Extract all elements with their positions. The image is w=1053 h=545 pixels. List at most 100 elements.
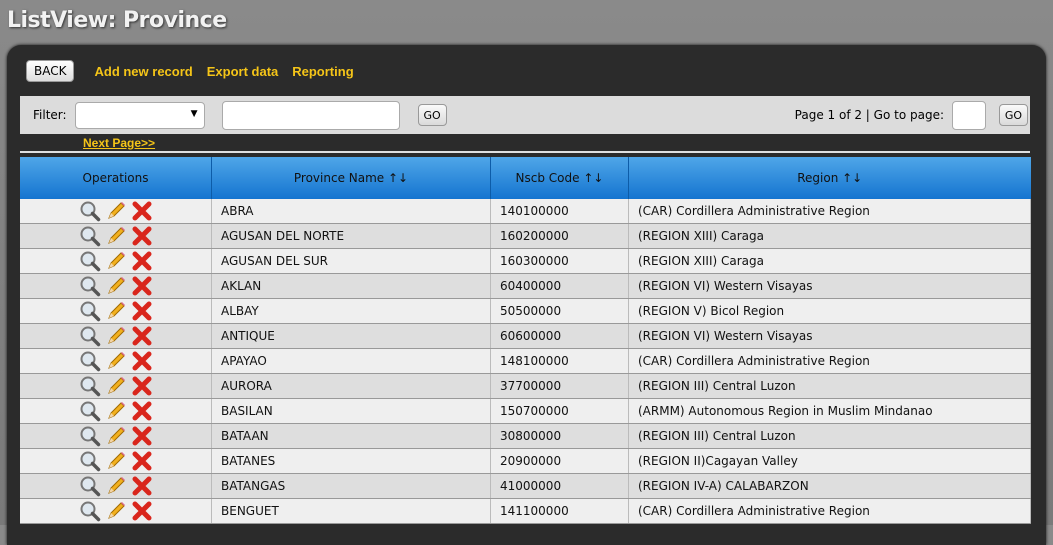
operations-cell [20, 248, 212, 274]
province-name-cell: ALBAY [211, 298, 491, 324]
delete-icon[interactable] [131, 450, 153, 472]
edit-icon[interactable] [105, 225, 127, 247]
page-info: Page 1 of 2 | Go to page: [794, 108, 944, 122]
operations-cell [20, 223, 212, 249]
delete-icon[interactable] [131, 275, 153, 297]
province-name-cell: APAYAO [211, 348, 491, 374]
delete-icon[interactable] [131, 400, 153, 422]
filter-select[interactable]: ▼ [74, 101, 205, 129]
nscb-code-cell: 60600000 [490, 323, 629, 349]
edit-icon[interactable] [105, 400, 127, 422]
back-button[interactable]: BACK [26, 60, 75, 82]
view-icon[interactable] [79, 450, 101, 472]
header-operations: Operations [20, 157, 212, 199]
edit-icon[interactable] [105, 425, 127, 447]
region-cell: (CAR) Cordillera Administrative Region [628, 348, 1031, 374]
filter-search-input[interactable] [221, 100, 400, 130]
table-row: AURORA 37700000 (REGION III) Central Luzon [20, 373, 1031, 399]
table-row: ANTIQUE 60600000 (REGION VI) Western Visay… [20, 323, 1031, 349]
filter-go-button[interactable]: GO [417, 104, 447, 126]
delete-icon[interactable] [131, 425, 153, 447]
header-nscb-code[interactable]: Nscb Code ↑↓ [490, 157, 629, 199]
view-icon[interactable] [79, 200, 101, 222]
header-region[interactable]: Region ↑↓ [628, 157, 1031, 199]
view-icon[interactable] [79, 425, 101, 447]
nscb-code-cell: 60400000 [490, 273, 629, 299]
edit-icon[interactable] [105, 500, 127, 522]
view-icon[interactable] [79, 400, 101, 422]
delete-icon[interactable] [131, 225, 153, 247]
edit-icon[interactable] [105, 325, 127, 347]
operations-cell [20, 273, 212, 299]
operations-cell [20, 199, 212, 224]
nscb-code-cell: 20900000 [490, 448, 629, 474]
page-title: ListView: Province [7, 8, 227, 33]
edit-icon[interactable] [105, 275, 127, 297]
table-row: APAYAO 148100000 (CAR) Cordillera Administ… [20, 348, 1031, 374]
view-icon[interactable] [79, 325, 101, 347]
filter-bar: Filter: ▼ GO Page 1 of 2 | Go to page: G… [20, 96, 1030, 134]
next-page-link[interactable]: Next Page>> [83, 136, 155, 150]
region-cell: (REGION VI) Western Visayas [628, 323, 1031, 349]
operations-cell [20, 498, 212, 524]
province-table: Operations Province Name ↑↓ Nscb Code ↑↓… [20, 157, 1031, 524]
table-row: ABRA 140100000 (CAR) Cordillera Administra… [20, 199, 1031, 224]
goto-page-input[interactable] [952, 100, 986, 130]
province-name-cell: BENGUET [211, 498, 491, 524]
delete-icon[interactable] [131, 300, 153, 322]
operations-cell [20, 448, 212, 474]
delete-icon[interactable] [131, 250, 153, 272]
edit-icon[interactable] [105, 250, 127, 272]
view-icon[interactable] [79, 475, 101, 497]
edit-icon[interactable] [105, 375, 127, 397]
region-cell: (ARMM) Autonomous Region in Muslim Minda… [628, 398, 1031, 424]
region-cell: (REGION V) Bicol Region [628, 298, 1031, 324]
table-row: AGUSAN DEL SUR 160300000 (REGION XIII) Car… [20, 248, 1031, 274]
edit-icon[interactable] [105, 450, 127, 472]
operations-cell [20, 473, 212, 499]
view-icon[interactable] [79, 375, 101, 397]
edit-icon[interactable] [105, 300, 127, 322]
view-icon[interactable] [79, 250, 101, 272]
pager: Page 1 of 2 | Go to page: GO [794, 100, 1028, 130]
delete-icon[interactable] [131, 350, 153, 372]
table-row: AGUSAN DEL NORTE 160200000 (REGION XIII) C… [20, 223, 1031, 249]
view-icon[interactable] [79, 500, 101, 522]
delete-icon[interactable] [131, 475, 153, 497]
view-icon[interactable] [79, 300, 101, 322]
table-row: AKLAN 60400000 (REGION VI) Western Visayas [20, 273, 1031, 299]
delete-icon[interactable] [131, 200, 153, 222]
nscb-code-cell: 41000000 [490, 473, 629, 499]
view-icon[interactable] [79, 275, 101, 297]
operations-cell [20, 398, 212, 424]
view-icon[interactable] [79, 350, 101, 372]
table-row: BATANES 20900000 (REGION II)Cagayan Valley [20, 448, 1031, 474]
region-cell: (REGION III) Central Luzon [628, 373, 1031, 399]
nscb-code-cell: 150700000 [490, 398, 629, 424]
province-name-cell: BASILAN [211, 398, 491, 424]
operations-cell [20, 298, 212, 324]
region-cell: (REGION III) Central Luzon [628, 423, 1031, 449]
view-icon[interactable] [79, 225, 101, 247]
dropdown-arrow-icon: ▼ [190, 108, 198, 119]
goto-page-go-button[interactable]: GO [999, 104, 1028, 126]
table-row: BATAAN 30800000 (REGION III) Central Luzon [20, 423, 1031, 449]
header-province-name[interactable]: Province Name ↑↓ [211, 157, 491, 199]
operations-cell [20, 323, 212, 349]
province-name-cell: AURORA [211, 373, 491, 399]
nscb-code-cell: 141100000 [490, 498, 629, 524]
edit-icon[interactable] [105, 475, 127, 497]
region-cell: (CAR) Cordillera Administrative Region [628, 498, 1031, 524]
edit-icon[interactable] [105, 200, 127, 222]
delete-icon[interactable] [131, 325, 153, 347]
export-data-link[interactable]: Export data [207, 64, 279, 79]
edit-icon[interactable] [105, 350, 127, 372]
table-row: BASILAN 150700000 (ARMM) Autonomous Region… [20, 398, 1031, 424]
reporting-link[interactable]: Reporting [292, 64, 353, 79]
add-new-record-link[interactable]: Add new record [94, 64, 192, 79]
delete-icon[interactable] [131, 500, 153, 522]
nscb-code-cell: 148100000 [490, 348, 629, 374]
delete-icon[interactable] [131, 375, 153, 397]
table-row: ALBAY 50500000 (REGION V) Bicol Region [20, 298, 1031, 324]
filter-label: Filter: [33, 108, 67, 122]
